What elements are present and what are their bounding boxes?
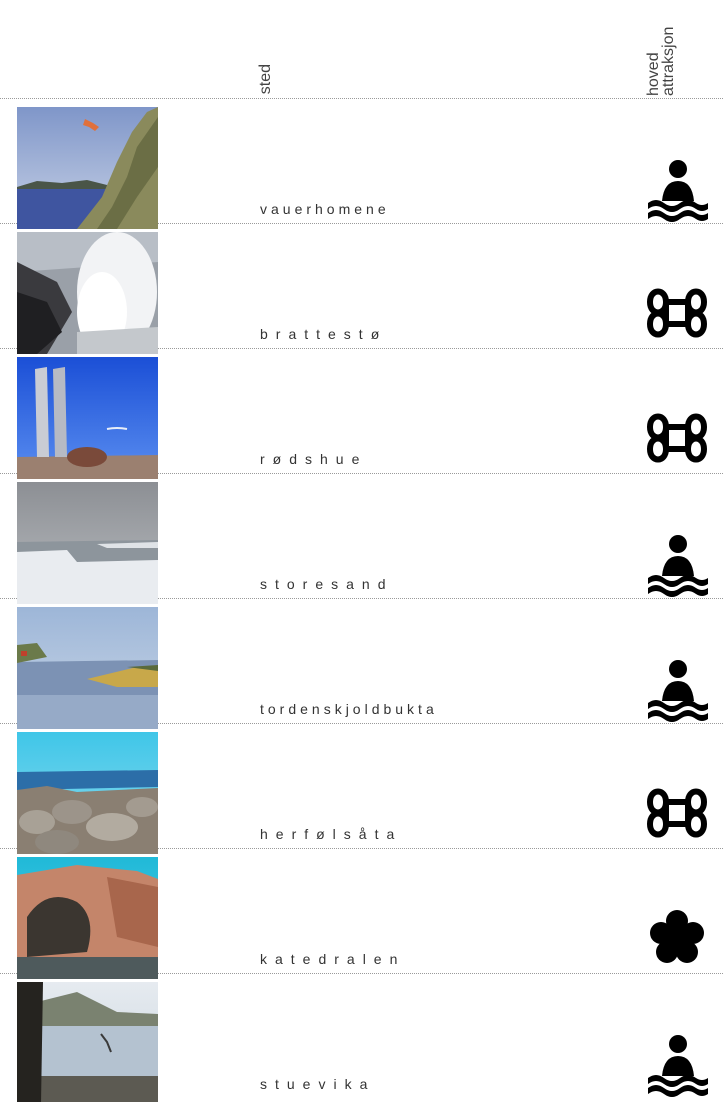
column-header-sted: sted <box>257 63 274 94</box>
place-name: brattestø <box>260 326 388 342</box>
list-item[interactable]: stuevika <box>0 974 723 1102</box>
places-list: vauerhomene brattestø rødshue storesand … <box>0 99 723 1102</box>
photo-vauerhomene[interactable] <box>17 107 158 229</box>
command-key-icon <box>642 778 712 848</box>
photo-stuevika[interactable] <box>17 982 158 1102</box>
photo-tordenskjoldbukta[interactable] <box>17 607 158 729</box>
command-key-icon <box>642 278 712 348</box>
place-name: storesand <box>260 576 394 592</box>
list-item[interactable]: katedralen <box>0 849 723 979</box>
flower-icon <box>642 903 712 973</box>
photo-storesand[interactable] <box>17 482 158 604</box>
photo-katedralen[interactable] <box>17 857 158 979</box>
place-name: vauerhomene <box>260 201 390 217</box>
list-item[interactable]: brattestø <box>0 224 723 354</box>
place-name: herfølsåta <box>260 826 403 842</box>
list-item[interactable]: vauerhomene <box>0 99 723 229</box>
swimmer-icon <box>642 153 712 223</box>
list-item[interactable]: storesand <box>0 474 723 604</box>
list-item[interactable]: tordenskjoldbukta <box>0 599 723 729</box>
photo-rodshue[interactable] <box>17 357 158 479</box>
swimmer-icon <box>642 1028 712 1098</box>
table-header: sted hoved attraksjon <box>0 0 723 99</box>
photo-brattesto[interactable] <box>17 232 158 354</box>
place-name: rødshue <box>260 451 368 467</box>
swimmer-icon <box>642 653 712 723</box>
photo-herfolsata[interactable] <box>17 732 158 854</box>
command-key-icon <box>642 403 712 473</box>
page: sted hoved attraksjon vauerhomene bratte… <box>0 0 723 1102</box>
swimmer-icon <box>642 528 712 598</box>
place-name: tordenskjoldbukta <box>260 701 438 717</box>
place-name: katedralen <box>260 951 406 967</box>
place-name: stuevika <box>260 1076 376 1092</box>
list-item[interactable]: herfølsåta <box>0 724 723 854</box>
list-item[interactable]: rødshue <box>0 349 723 479</box>
column-header-attraksjon: hoved attraksjon <box>645 26 677 96</box>
